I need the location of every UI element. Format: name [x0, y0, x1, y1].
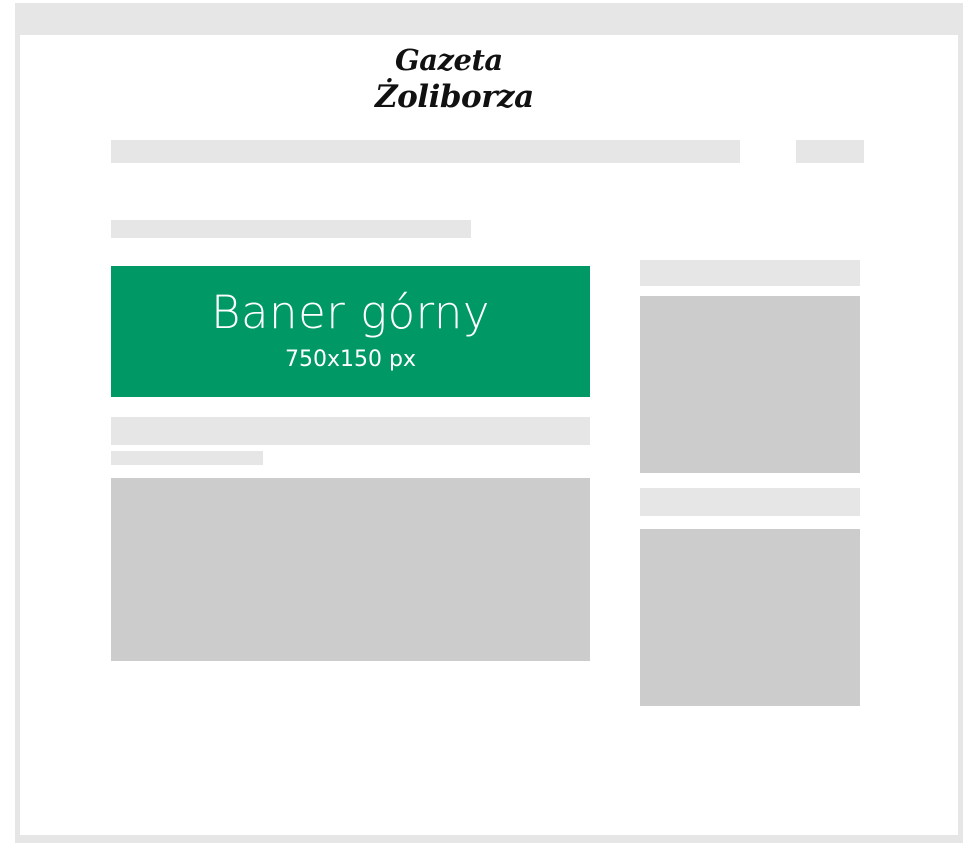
- banner-title: Baner górny: [211, 286, 490, 339]
- breadcrumb-placeholder: [111, 220, 471, 238]
- logo-line-2: Żoliborza: [375, 79, 534, 115]
- nav-search-placeholder[interactable]: [796, 140, 864, 163]
- sidebar-widget-2-placeholder[interactable]: [640, 529, 860, 706]
- logo-line-1: Gazeta: [395, 43, 503, 77]
- sidebar-widget-1-placeholder[interactable]: [640, 296, 860, 473]
- nav-menu-placeholder[interactable]: [111, 140, 740, 163]
- sidebar-heading-2-placeholder: [640, 488, 860, 516]
- article-meta-placeholder: [111, 451, 263, 465]
- article-image-placeholder[interactable]: [111, 478, 590, 661]
- site-logo[interactable]: Gazeta Żoliborza: [375, 43, 565, 119]
- article-title-placeholder[interactable]: [111, 417, 590, 445]
- sidebar-heading-1-placeholder: [640, 260, 860, 286]
- top-banner-ad[interactable]: Baner górny 750x150 px: [111, 266, 590, 397]
- banner-size-label: 750x150 px: [285, 347, 416, 372]
- page-canvas: Gazeta Żoliborza Baner górny 750x150 px: [20, 35, 958, 835]
